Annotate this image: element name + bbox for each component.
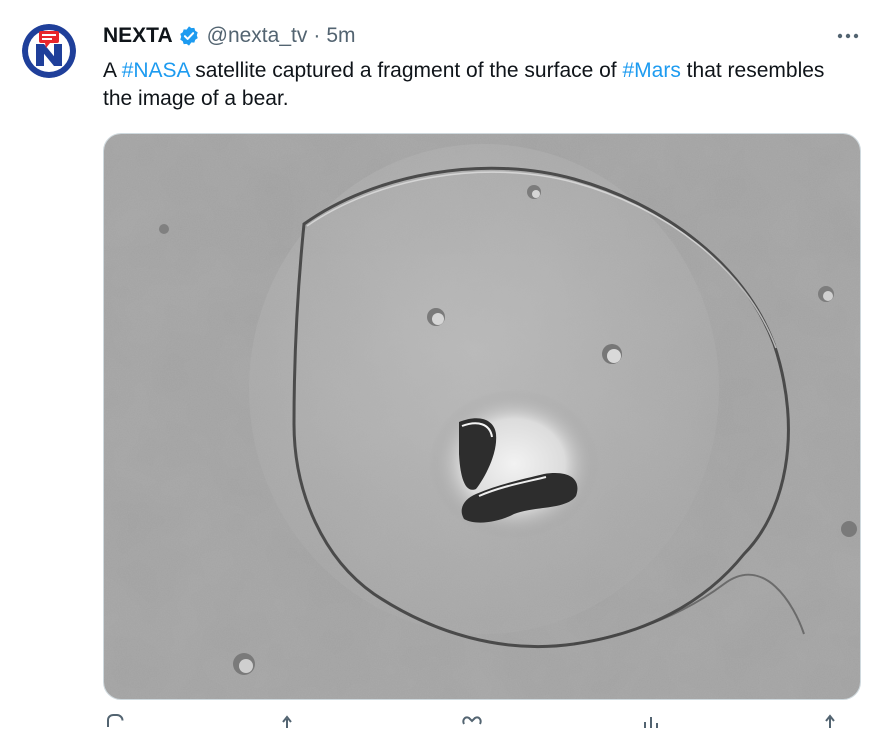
author-name[interactable]: NEXTA [103,22,173,50]
reply-icon [107,714,124,727]
views-icon [644,717,658,728]
reply-button[interactable] [103,714,127,734]
tweet-media-image[interactable] [103,133,861,700]
tweet-text: A #NASA satellite captured a fragment of… [103,57,843,113]
timestamp[interactable]: 5m [326,22,355,50]
like-icon [462,716,482,725]
more-options-button[interactable] [832,22,864,50]
tweet-card[interactable]: NEXTA @nexta_tv · 5m A #NASA satellite c… [0,0,889,728]
tweet-text-part: satellite captured a fragment of the sur… [189,59,623,82]
author-handle[interactable]: @nexta_tv [207,22,308,50]
share-icon [825,714,835,728]
verified-badge-icon [178,25,200,47]
tweet-actions [103,714,843,734]
tweet-header: NEXTA @nexta_tv · 5m [103,22,356,50]
separator-dot: · [313,24,321,47]
hashtag-nasa[interactable]: #NASA [122,59,190,82]
share-button[interactable] [819,714,843,734]
avatar[interactable] [22,24,76,78]
views-button[interactable] [640,714,664,734]
more-options-icon [837,33,859,39]
retweet-icon [282,715,292,728]
retweet-button[interactable] [282,714,306,734]
nexta-logo-icon [22,24,76,78]
like-button[interactable] [461,714,485,734]
tweet-text-part: A [103,59,122,82]
mars-crater-photo [104,134,860,699]
hashtag-mars[interactable]: #Mars [622,59,680,82]
